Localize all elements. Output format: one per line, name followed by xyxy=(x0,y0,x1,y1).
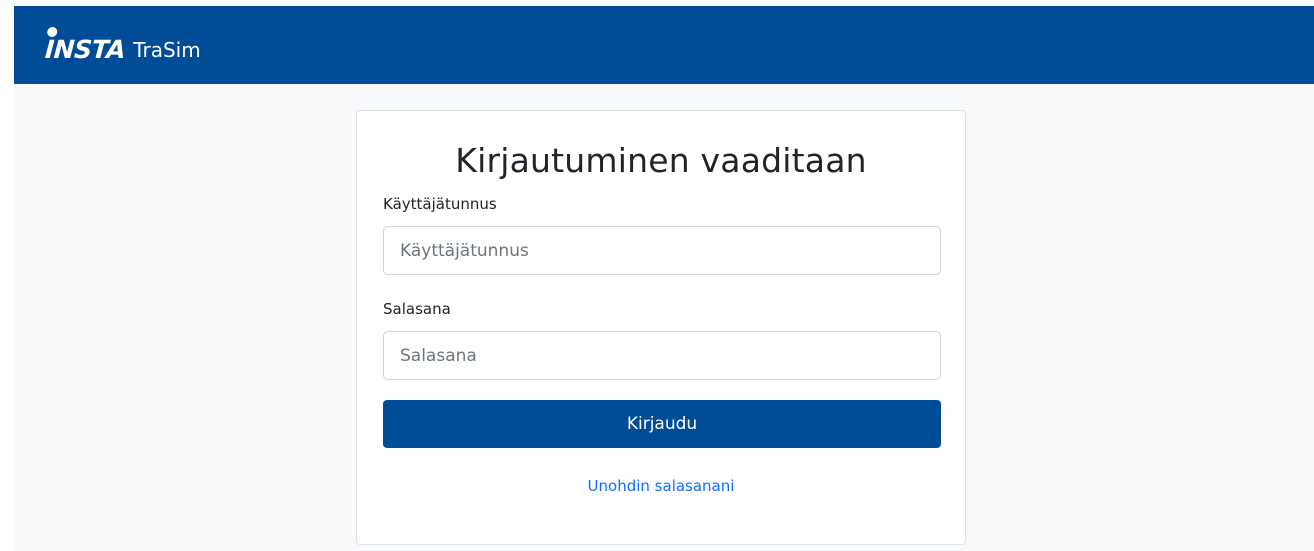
password-input[interactable] xyxy=(383,331,941,380)
top-navbar: INSTA TraSim xyxy=(14,6,1314,84)
login-title: Kirjautuminen vaaditaan xyxy=(455,141,867,180)
username-label: Käyttäjätunnus xyxy=(383,195,497,213)
logo-mark: INSTA xyxy=(44,27,127,64)
login-button[interactable]: Kirjaudu xyxy=(383,400,941,448)
product-name: TraSim xyxy=(133,38,201,62)
app-frame: INSTA TraSim Kirjautuminen vaaditaan Käy… xyxy=(14,6,1314,551)
forgot-password-link[interactable]: Unohdin salasanani xyxy=(357,477,965,495)
password-label: Salasana xyxy=(383,300,451,318)
brand-logo[interactable]: INSTA TraSim xyxy=(44,24,201,64)
logo-mark-text: INSTA xyxy=(44,35,127,64)
login-card: Kirjautuminen vaaditaan Käyttäjätunnus S… xyxy=(356,110,966,545)
username-input[interactable] xyxy=(383,226,941,275)
